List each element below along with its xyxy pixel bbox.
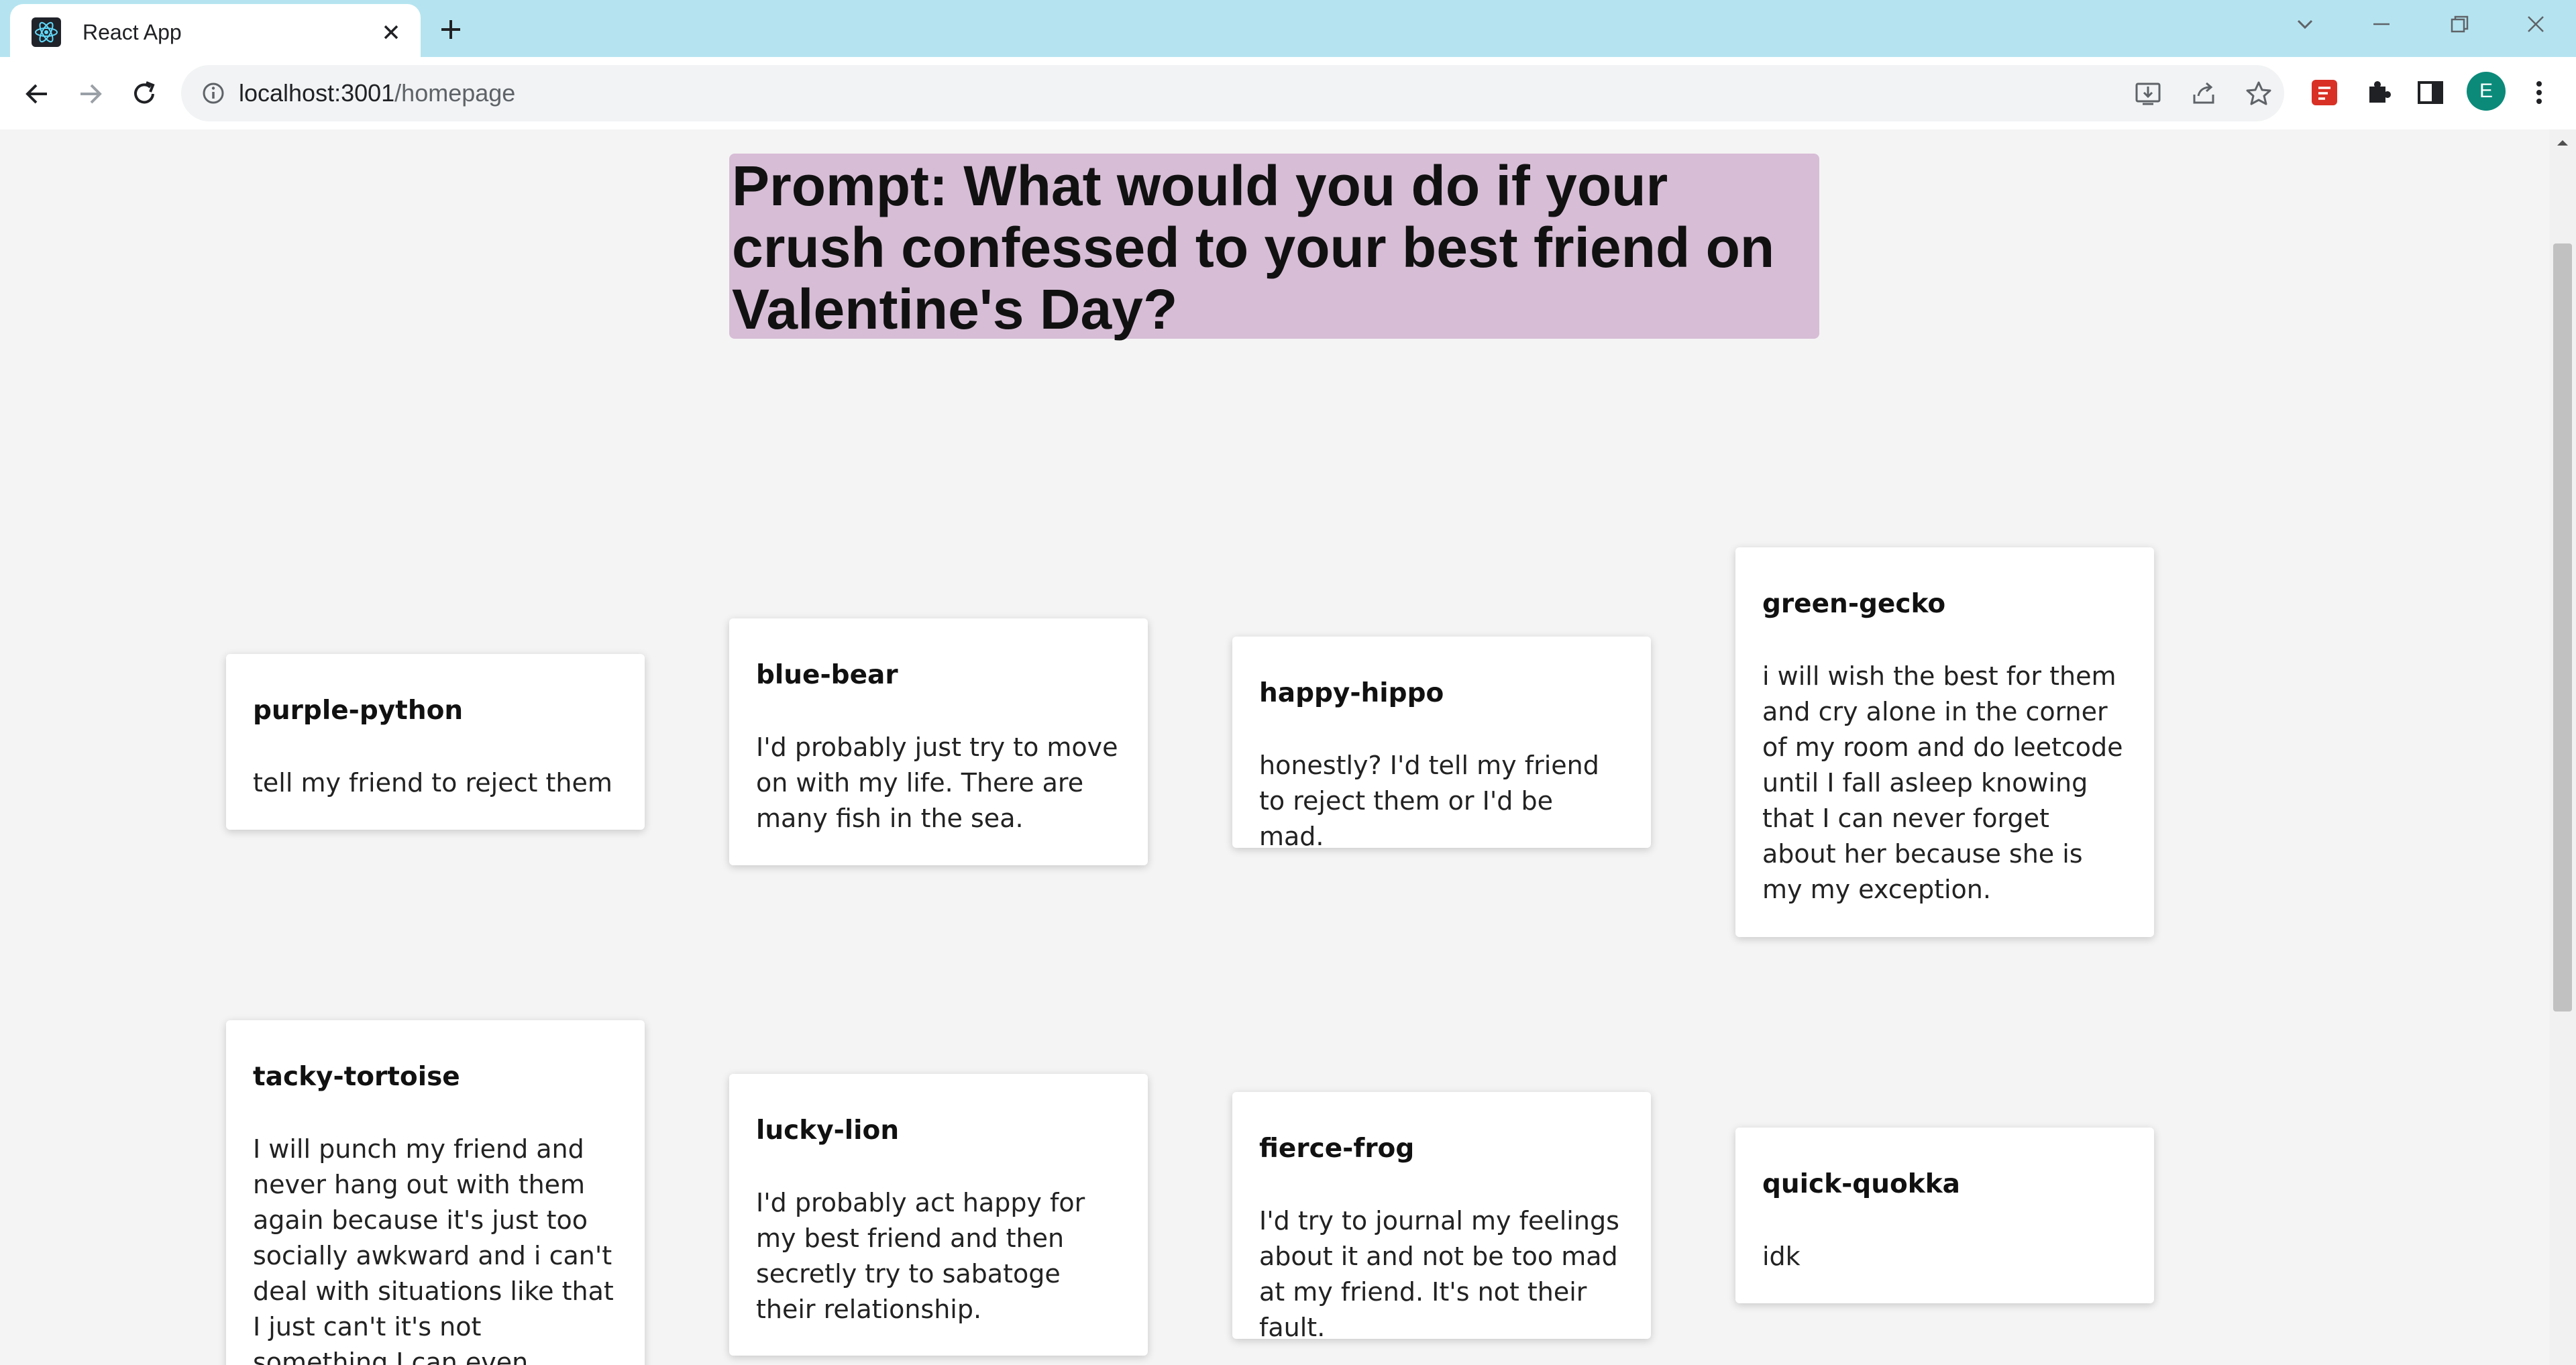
browser-toolbar: localhost:3001/homepage E xyxy=(0,57,2576,131)
profile-avatar[interactable]: E xyxy=(2467,72,2506,111)
extension-puzzle-red-icon[interactable] xyxy=(2308,76,2341,109)
browser-tab-strip: React App xyxy=(0,0,2576,57)
url-text: localhost:3001/homepage xyxy=(239,78,515,108)
address-bar[interactable]: localhost:3001/homepage xyxy=(181,65,2284,121)
forward-icon[interactable] xyxy=(74,77,107,111)
response-author: fierce-frog xyxy=(1259,1134,1415,1164)
site-info-icon[interactable] xyxy=(200,80,227,107)
response-author: happy-hippo xyxy=(1259,678,1444,708)
url-host: localhost:3001 xyxy=(239,79,395,107)
restore-icon[interactable] xyxy=(2446,11,2473,38)
response-author: quick-quokka xyxy=(1762,1169,1960,1199)
reload-icon[interactable] xyxy=(127,77,161,111)
response-card: lucky-lion I'd probably act happy for my… xyxy=(729,1074,1148,1356)
response-author: lucky-lion xyxy=(756,1115,900,1146)
response-card: quick-quokka idk xyxy=(1735,1128,2154,1303)
response-card: purple-python tell my friend to reject t… xyxy=(226,654,645,830)
install-app-icon[interactable] xyxy=(2133,78,2163,108)
minimize-icon[interactable] xyxy=(2368,11,2395,38)
prompt-text: Prompt: What would you do if your crush … xyxy=(732,154,1775,341)
close-window-icon[interactable] xyxy=(2522,11,2549,38)
new-tab-icon[interactable] xyxy=(436,15,466,44)
close-tab-icon[interactable] xyxy=(378,19,405,46)
tab-title: React App xyxy=(83,20,182,44)
prompt-banner: Prompt: What would you do if your crush … xyxy=(729,154,1819,341)
response-text: I will punch my friend and never hang ou… xyxy=(253,1134,614,1365)
response-text: I'd try to journal my feelings about it … xyxy=(1259,1206,1619,1342)
response-card: happy-hippo honestly? I'd tell my friend… xyxy=(1232,637,1651,851)
vertical-scrollbar[interactable] xyxy=(2549,129,2576,1365)
response-text: honestly? I'd tell my friend to reject t… xyxy=(1259,751,1599,851)
browser-tab[interactable]: React App xyxy=(10,4,421,57)
back-icon[interactable] xyxy=(20,77,54,111)
response-author: blue-bear xyxy=(756,660,898,690)
share-icon[interactable] xyxy=(2189,78,2218,108)
response-author: purple-python xyxy=(253,696,464,726)
response-author: green-gecko xyxy=(1762,589,1946,619)
react-logo-icon xyxy=(32,17,61,47)
response-text: idk xyxy=(1762,1242,1801,1271)
bookmark-star-icon[interactable] xyxy=(2244,78,2273,108)
scrollbar-thumb[interactable] xyxy=(2553,243,2572,1012)
menu-kebab-icon[interactable] xyxy=(2522,76,2556,109)
response-card: green-gecko i will wish the best for the… xyxy=(1735,547,2154,937)
url-path: /homepage xyxy=(394,79,516,107)
response-card: tacky-tortoise I will punch my friend an… xyxy=(226,1020,645,1365)
response-text: I'd probably just try to move on with my… xyxy=(756,732,1118,833)
extensions-icon[interactable] xyxy=(2361,76,2395,109)
response-text: tell my friend to reject them xyxy=(253,768,612,798)
tab-search-chevron-icon[interactable] xyxy=(2292,11,2318,38)
response-card: blue-bear I'd probably just try to move … xyxy=(729,618,1148,865)
response-card: fierce-frog I'd try to journal my feelin… xyxy=(1232,1092,1651,1342)
side-panel-icon[interactable] xyxy=(2414,76,2447,109)
response-text: I'd probably act happy for my best frien… xyxy=(756,1188,1085,1324)
scroll-up-arrow-icon[interactable] xyxy=(2553,136,2572,150)
page-viewport: Prompt: What would you do if your crush … xyxy=(0,129,2576,1365)
response-author: tacky-tortoise xyxy=(253,1062,460,1092)
response-text: i will wish the best for them and cry al… xyxy=(1762,661,2123,904)
